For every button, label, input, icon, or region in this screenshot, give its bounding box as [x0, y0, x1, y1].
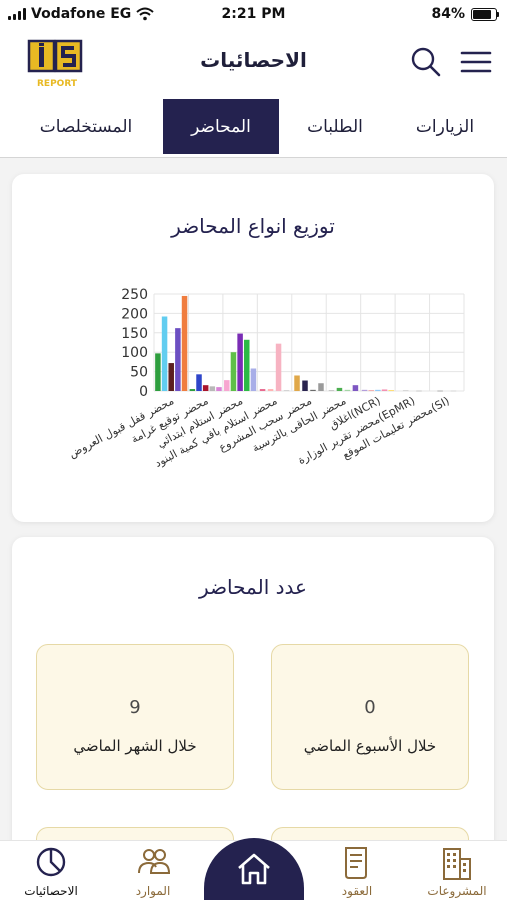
chart-bar: [244, 339, 250, 391]
chart-bar: [368, 390, 374, 392]
chart-bar: [375, 389, 381, 391]
chart-bar: [275, 343, 282, 391]
chart-bar: [310, 389, 316, 391]
chart-bar: [202, 385, 209, 391]
chart-bar: [344, 389, 351, 391]
chart-bar: [155, 353, 161, 391]
y-tick-label: 100: [121, 345, 148, 361]
nav-contracts[interactable]: العقود: [312, 841, 402, 900]
chart-bar: [168, 363, 174, 391]
stat-last-month: 9 خلال الشهر الماضي: [36, 644, 234, 790]
status-bar: Vodafone EG 2:21 PM 84%: [0, 0, 507, 28]
nav-projects[interactable]: المشروعات: [412, 841, 502, 900]
chart-bar: [189, 389, 196, 391]
battery-icon: [471, 7, 499, 21]
stat-label: خلال الأسبوع الماضي: [303, 737, 437, 755]
chart-bar: [381, 389, 388, 391]
chart-bar: [388, 390, 394, 392]
tab-requests[interactable]: الطلبات: [280, 99, 390, 154]
battery: 84%: [431, 6, 499, 22]
chart-bar: [450, 390, 457, 392]
document-icon: [345, 847, 367, 879]
minutes-type-chart: 050100150200250محضر قفل قبول العروضمحضر …: [67, 287, 465, 470]
chart-bar: [402, 390, 409, 392]
chart-bar: [283, 390, 290, 392]
chart-bar: [259, 389, 266, 391]
chart-bar: [230, 352, 237, 391]
chart-bar: [224, 380, 230, 391]
pie-chart-icon: [36, 847, 66, 877]
chart-bar: [302, 380, 308, 391]
stat-label: خلال الشهر الماضي: [73, 737, 197, 755]
y-tick-label: 0: [139, 384, 148, 400]
chart-bar: [318, 383, 324, 391]
battery-percent: 84%: [431, 6, 465, 22]
chart-bar: [209, 386, 216, 391]
chart-bar: [437, 390, 443, 392]
chart-bar: [196, 374, 202, 391]
tab-bar: الزيارات الطلبات المحاضر المستخلصات: [0, 96, 507, 158]
nav-label: الاحصائيات: [24, 884, 78, 898]
chart-bar: [294, 375, 300, 391]
chart-bar: [352, 385, 359, 391]
chart-bar: [181, 295, 188, 391]
tab-minutes[interactable]: المحاضر: [163, 99, 279, 154]
nav-statistics[interactable]: الاحصائيات: [6, 841, 96, 900]
tab-visits[interactable]: الزيارات: [390, 99, 500, 154]
chart-bar: [250, 368, 257, 391]
nav-label: الموارد: [135, 884, 171, 898]
y-tick-label: 200: [121, 306, 148, 322]
app-header: REPORT الاحصائيات: [0, 28, 507, 96]
home-icon: [238, 853, 270, 885]
stat-value: 0: [364, 697, 376, 718]
chart-bar: [267, 389, 274, 391]
stat-value: 9: [129, 697, 141, 718]
tab-extracts[interactable]: المستخلصات: [14, 99, 158, 154]
chart-bar: [328, 390, 335, 392]
chart-bar: [237, 333, 243, 391]
chart-bar: [161, 316, 168, 391]
y-tick-label: 150: [121, 326, 148, 342]
logo-text: REPORT: [37, 79, 78, 89]
buildings-icon: [443, 848, 471, 880]
stat-last-week: 0 خلال الأسبوع الماضي: [271, 644, 469, 790]
nav-resources[interactable]: الموارد: [108, 841, 198, 900]
y-tick-label: 250: [121, 287, 148, 303]
chart-bar: [216, 387, 222, 391]
chart-bar: [416, 390, 422, 392]
count-title: عدد المحاضر: [199, 575, 307, 599]
chart-bar: [175, 328, 181, 391]
people-icon: [138, 849, 171, 874]
search-icon[interactable]: [410, 46, 442, 78]
chart-bar: [361, 389, 368, 391]
nav-label: العقود: [341, 884, 373, 898]
y-tick-label: 50: [130, 365, 148, 381]
count-card: عدد المحاضر 0 خلال الأسبوع الماضي 9 خلال…: [12, 537, 494, 867]
chart-bar: [336, 387, 343, 391]
hamburger-menu-icon[interactable]: [460, 50, 492, 74]
nav-label: المشروعات: [427, 884, 487, 898]
chart-card: توزيع انواع المحاضر 0 50 100 150 200 250 محضر …: [12, 174, 494, 522]
